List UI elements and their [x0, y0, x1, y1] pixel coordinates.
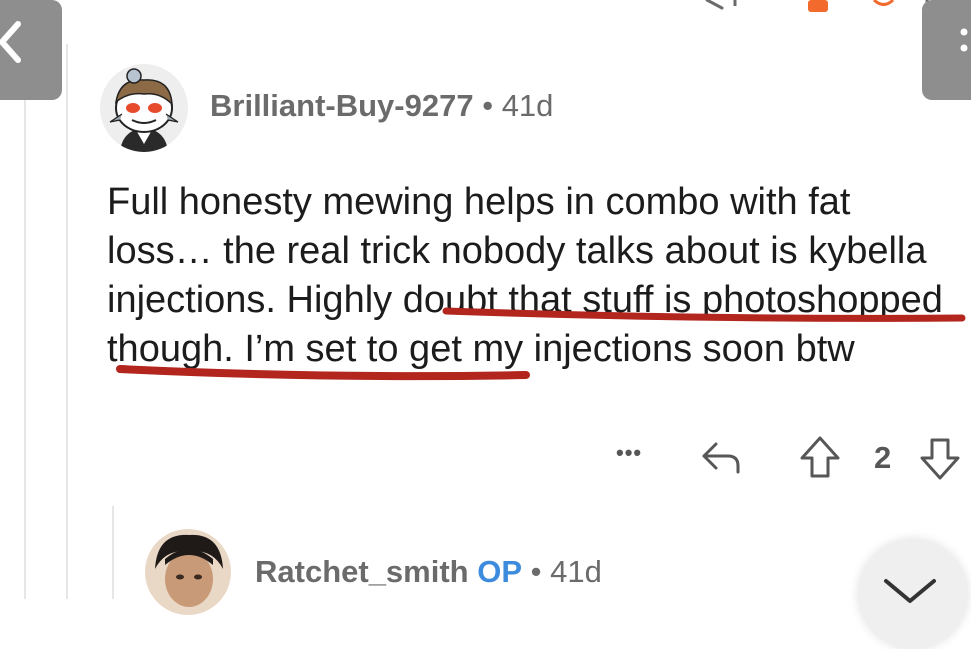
reply-meta: Ratchet_smith OP • 41d	[255, 554, 602, 590]
previous-comment-actions	[0, 0, 971, 16]
avatar[interactable]	[100, 64, 188, 152]
back-tab[interactable]	[0, 0, 62, 100]
comment-meta: Brilliant-Buy-9277 • 41d	[210, 88, 553, 124]
reply-arrow-icon[interactable]	[700, 436, 744, 480]
chevron-down-icon	[884, 579, 936, 603]
jump-next-button[interactable]	[858, 539, 968, 649]
vote-score: 2	[874, 440, 892, 475]
downvote-arrow-icon[interactable]	[918, 434, 962, 482]
more-options-button[interactable]: •••	[616, 440, 642, 466]
meta-separator: •	[482, 88, 494, 123]
reply-age: 41d	[550, 554, 602, 589]
comment-age: 41d	[501, 88, 554, 123]
comment-username[interactable]: Brilliant-Buy-9277	[210, 88, 474, 123]
previous-actions-icons	[705, 0, 955, 14]
dots-icon	[960, 28, 968, 52]
comment-body: Full honesty mewing helps in combo with …	[107, 178, 957, 374]
forward-tab[interactable]	[922, 0, 971, 100]
reply-avatar[interactable]	[145, 529, 231, 615]
thread-line-comment[interactable]	[66, 44, 68, 599]
meta-separator: •	[530, 554, 542, 589]
chevron-left-icon	[0, 21, 21, 63]
reply-username[interactable]: Ratchet_smith	[255, 554, 469, 589]
comment-text-after: . I’m set to get my injections soon btw	[223, 328, 855, 370]
comment-actions: ••• 2	[610, 430, 970, 486]
user-photo-avatar	[145, 529, 231, 615]
op-badge: OP	[477, 554, 523, 589]
thread-line-reply[interactable]	[112, 506, 114, 599]
snoo-avatar-icon	[100, 64, 188, 152]
upvote-arrow-icon[interactable]	[798, 434, 842, 482]
